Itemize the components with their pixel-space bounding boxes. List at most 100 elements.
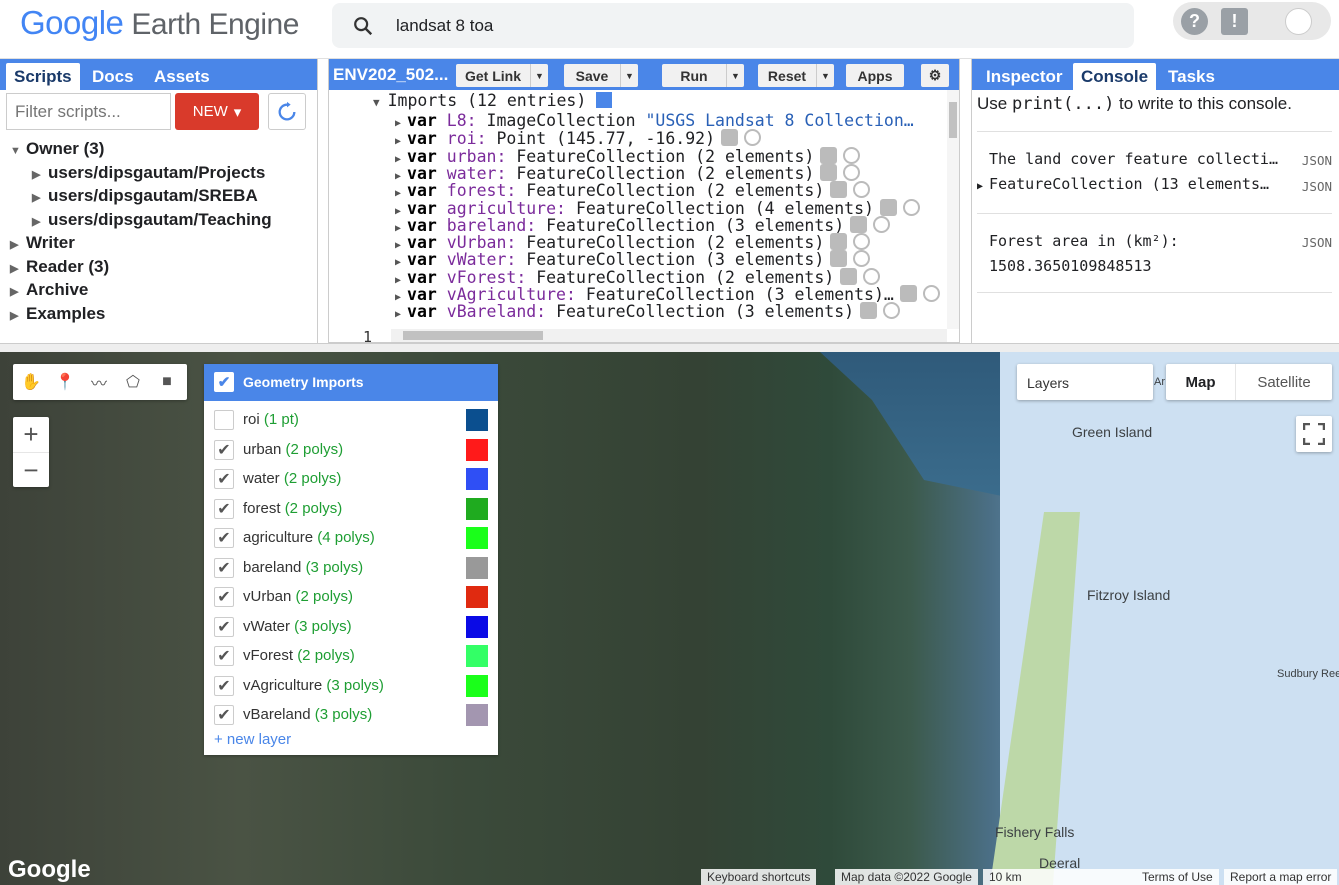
layer-name[interactable]: vBareland (3 polys)	[243, 706, 372, 723]
map-type-satellite-button[interactable]: Satellite	[1236, 364, 1332, 400]
zoom-in-button[interactable]: +	[13, 417, 49, 452]
import-name[interactable]: agriculture:	[447, 199, 566, 218]
dropdown-arrow-icon[interactable]: ▼	[726, 64, 744, 87]
settings-button[interactable]: ⚙	[921, 64, 949, 87]
marker-icon[interactable]: 📍	[53, 370, 77, 394]
import-line[interactable]: ▶ var agriculture: FeatureCollection (4 e…	[395, 198, 920, 218]
tab-tasks[interactable]: Tasks	[1160, 63, 1223, 90]
editor-horizontal-scrollbar[interactable]	[391, 329, 947, 342]
tab-console[interactable]: Console	[1073, 63, 1157, 90]
tab-assets[interactable]: Assets	[146, 63, 218, 90]
import-line[interactable]: ▶ var vUrban: FeatureCollection (2 elemen…	[395, 233, 871, 251]
layer-checkbox[interactable]: ✔	[214, 675, 234, 696]
map-type-map-button[interactable]: Map	[1166, 364, 1236, 400]
json-link[interactable]: JSON	[1302, 153, 1332, 168]
import-name[interactable]: vWater:	[447, 250, 517, 269]
import-line[interactable]: ▶ var vForest: FeatureCollection (2 eleme…	[395, 267, 881, 286]
zoom-out-button[interactable]: −	[13, 452, 49, 487]
target-icon[interactable]	[883, 302, 901, 320]
target-icon[interactable]	[744, 129, 762, 147]
layer-name[interactable]: water (2 polys)	[243, 470, 341, 487]
script-title[interactable]: ENV202_502...	[333, 65, 448, 85]
layer-checkbox[interactable]: ✔	[214, 616, 234, 637]
layer-checkbox[interactable]: ✔	[214, 528, 234, 548]
gear-icon[interactable]	[840, 267, 858, 285]
document-icon[interactable]	[596, 92, 613, 108]
import-line[interactable]: ▶ var L8: ImageCollection "USGS Landsat 8…	[395, 112, 914, 129]
layer-color-swatch[interactable]	[466, 615, 488, 638]
target-icon[interactable]	[853, 250, 871, 268]
search-input[interactable]	[396, 11, 1096, 41]
keyboard-shortcuts-link[interactable]: Keyboard shortcuts	[701, 869, 817, 885]
layer-name[interactable]: vWater (3 polys)	[243, 618, 352, 635]
target-icon[interactable]	[853, 181, 871, 199]
layer-name[interactable]: vForest (2 polys)	[243, 647, 355, 664]
layer-color-swatch[interactable]	[466, 556, 488, 579]
json-link[interactable]: JSON	[1302, 179, 1332, 194]
layer-checkbox[interactable]: ✔	[214, 439, 234, 460]
layer-name[interactable]: bareland (3 polys)	[243, 559, 363, 576]
expand-right-icon[interactable]: ▶	[395, 118, 401, 129]
get-link-button[interactable]: Get Link ▼	[456, 64, 548, 87]
import-line[interactable]: ▶ var water: FeatureCollection (2 element…	[395, 163, 861, 182]
layer-name[interactable]: agriculture (4 polys)	[243, 529, 375, 546]
gear-icon[interactable]	[879, 198, 897, 216]
tab-inspector[interactable]: Inspector	[978, 63, 1071, 90]
layer-color-swatch[interactable]	[466, 468, 488, 490]
gear-icon[interactable]	[820, 163, 838, 181]
geometry-layer-row[interactable]: ✔ vForest (2 polys)	[204, 641, 498, 671]
layer-checkbox[interactable]	[214, 410, 234, 430]
avatar[interactable]	[1285, 8, 1312, 35]
editor-vertical-scrollbar[interactable]	[947, 90, 959, 329]
layer-checkbox[interactable]: ✔	[214, 498, 234, 519]
import-name[interactable]: urban:	[447, 147, 507, 166]
checkbox-all[interactable]: ✔	[214, 372, 234, 392]
layer-color-swatch[interactable]	[466, 438, 488, 461]
layer-checkbox[interactable]: ✔	[214, 587, 234, 607]
help-icon[interactable]: ?	[1181, 8, 1208, 35]
map-view[interactable]: ✋ 📍 〰 ⬠ ■ + − ✔ Geometry Imports + new l…	[0, 352, 1339, 885]
layer-color-swatch[interactable]	[466, 645, 488, 667]
app-logo[interactable]: Google Earth Engine	[20, 4, 299, 42]
layer-name[interactable]: urban (2 polys)	[243, 441, 343, 458]
target-icon[interactable]	[843, 163, 861, 181]
search-icon[interactable]	[352, 15, 374, 37]
tab-docs[interactable]: Docs	[84, 63, 142, 90]
layer-color-swatch[interactable]	[466, 586, 488, 608]
expand-right-icon[interactable]: ▶	[395, 309, 401, 320]
import-line[interactable]: ▶ var vAgriculture: FeatureCollection (3 …	[395, 285, 940, 303]
fullscreen-button[interactable]	[1296, 416, 1332, 452]
import-line[interactable]: ▶ var vBareland: FeatureCollection (3 ele…	[395, 302, 901, 320]
tree-reader[interactable]: ▶ Reader (3)	[10, 255, 272, 279]
import-line[interactable]: ▶ var forest: FeatureCollection (2 elemen…	[395, 181, 871, 199]
new-layer-link[interactable]: + new layer	[214, 731, 291, 748]
tree-archive[interactable]: ▶ Archive	[10, 278, 272, 302]
layer-color-swatch[interactable]	[466, 704, 488, 726]
layers-dropdown[interactable]: Layers	[1017, 364, 1153, 400]
run-button[interactable]: Run ▼	[662, 64, 744, 87]
geometry-layer-row[interactable]: ✔ vBareland (3 polys)	[204, 700, 498, 730]
gear-icon[interactable]	[860, 302, 878, 320]
new-button[interactable]: NEW ▾	[175, 93, 259, 130]
target-icon[interactable]	[873, 215, 891, 233]
scroll-thumb[interactable]	[403, 331, 543, 340]
layer-name[interactable]: roi (1 pt)	[243, 411, 299, 428]
geometry-layer-row[interactable]: ✔ agriculture (4 polys)	[204, 523, 498, 553]
geometry-layer-row[interactable]: ✔ vWater (3 polys)	[204, 612, 498, 642]
geometry-layer-row[interactable]: ✔ urban (2 polys)	[204, 435, 498, 465]
layer-color-swatch[interactable]	[466, 674, 488, 697]
layer-color-swatch[interactable]	[466, 527, 488, 549]
layer-checkbox[interactable]: ✔	[214, 646, 234, 666]
polygon-icon[interactable]: ⬠	[121, 370, 145, 394]
gear-icon[interactable]	[850, 215, 868, 233]
import-name[interactable]: bareland:	[447, 216, 536, 235]
tree-item-sreba[interactable]: ▶ users/dipsgautam/SREBA	[10, 184, 272, 208]
tree-examples[interactable]: ▶ Examples	[10, 302, 272, 326]
gear-icon[interactable]	[830, 233, 848, 251]
apps-button[interactable]: Apps	[846, 64, 904, 87]
tree-writer[interactable]: ▶ Writer	[10, 231, 272, 255]
layer-color-swatch[interactable]	[466, 497, 488, 520]
layer-checkbox[interactable]: ✔	[214, 557, 234, 578]
gear-icon[interactable]	[899, 285, 917, 302]
target-icon[interactable]	[922, 285, 940, 302]
